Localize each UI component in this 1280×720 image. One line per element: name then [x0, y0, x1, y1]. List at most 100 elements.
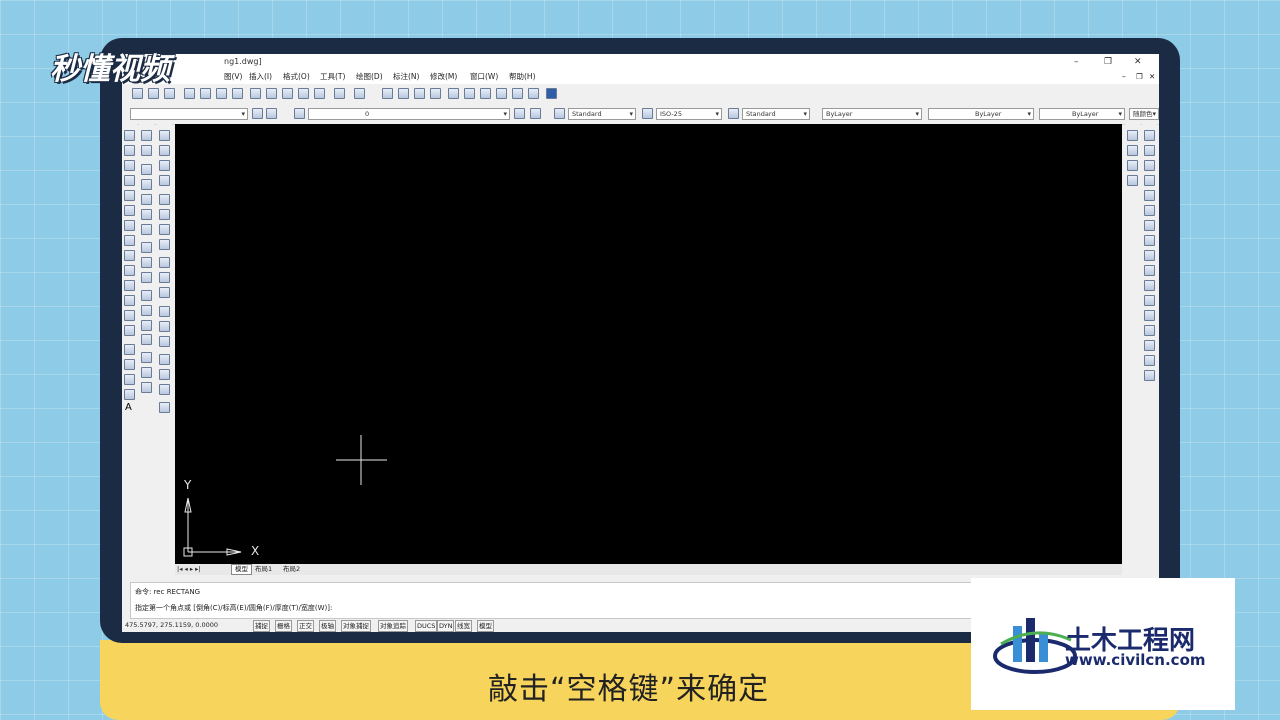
menu-format[interactable]: 格式(O) [283, 70, 310, 84]
fillet-icon[interactable] [1144, 355, 1155, 366]
tab-layout1[interactable]: 布局1 [255, 564, 272, 575]
snap-nearest-icon[interactable] [141, 352, 152, 363]
gradient-icon[interactable] [124, 359, 135, 370]
snap-temp-track-icon[interactable] [141, 130, 152, 141]
dim-style-icon[interactable] [642, 108, 653, 119]
quick-leader-icon[interactable] [159, 306, 170, 317]
drawing-canvas[interactable]: Y X [175, 124, 1122, 564]
layer-select[interactable]: 0 [308, 108, 510, 120]
send-under-icon[interactable] [1127, 175, 1138, 186]
workspace-settings-icon[interactable] [252, 108, 263, 119]
polyline-icon[interactable] [124, 160, 135, 171]
lineweight-select[interactable]: ByLayer [1039, 108, 1125, 120]
ellipse-arc-icon[interactable] [124, 280, 135, 291]
make-current-layer-icon[interactable] [514, 108, 525, 119]
insert-block-icon[interactable] [124, 295, 135, 306]
menu-tools[interactable]: 工具(T) [320, 70, 345, 84]
markup-icon[interactable] [512, 88, 523, 99]
dim-diameter-icon[interactable] [159, 224, 170, 235]
snap-none-icon[interactable] [141, 367, 152, 378]
snap-from-icon[interactable] [141, 145, 152, 156]
make-block-icon[interactable] [124, 310, 135, 321]
quickcalc-icon[interactable] [528, 88, 539, 99]
status-dyn-button[interactable]: DYN [437, 620, 455, 632]
hatch-icon[interactable] [124, 344, 135, 355]
preview-icon[interactable] [200, 88, 211, 99]
dim-jogged-icon[interactable] [159, 209, 170, 220]
status-lineweight-button[interactable]: 线宽 [455, 620, 472, 632]
copy-object-icon[interactable] [1144, 145, 1155, 156]
text-style-select[interactable]: Standard [568, 108, 636, 120]
zoom-previous-icon[interactable] [430, 88, 441, 99]
snap-insert-icon[interactable] [141, 320, 152, 331]
status-ortho-button[interactable]: 正交 [297, 620, 314, 632]
zoom-realtime-icon[interactable] [398, 88, 409, 99]
dim-ordinate-icon[interactable] [159, 175, 170, 186]
extend-icon[interactable] [1144, 280, 1155, 291]
snap-midpoint-icon[interactable] [141, 179, 152, 190]
dim-text-edit-icon[interactable] [159, 369, 170, 380]
new-icon[interactable] [132, 88, 143, 99]
bring-above-icon[interactable] [1127, 160, 1138, 171]
ellipse-icon[interactable] [124, 265, 135, 276]
layer-manager-icon[interactable] [294, 108, 305, 119]
linetype-select[interactable]: ByLayer [928, 108, 1034, 120]
dim-angular-icon[interactable] [159, 239, 170, 250]
undo-icon[interactable] [334, 88, 345, 99]
rectangle-icon[interactable] [124, 190, 135, 201]
snap-node-icon[interactable] [141, 334, 152, 345]
center-mark-icon[interactable] [159, 336, 170, 347]
dim-edit-icon[interactable] [159, 354, 170, 365]
polygon-icon[interactable] [124, 175, 135, 186]
tolerance-icon[interactable] [159, 321, 170, 332]
publish-icon[interactable] [216, 88, 227, 99]
status-otrack-button[interactable]: 对象追踪 [378, 620, 408, 632]
workspace-select[interactable] [130, 108, 248, 120]
snap-intersection-icon[interactable] [141, 194, 152, 205]
menu-draw[interactable]: 绘图(D) [356, 70, 383, 84]
bring-front-icon[interactable] [1127, 130, 1138, 141]
rotate-icon[interactable] [1144, 220, 1155, 231]
snap-perpendicular-icon[interactable] [141, 290, 152, 301]
doc-restore-icon[interactable]: ❐ [1136, 70, 1143, 84]
tab-layout2[interactable]: 布局2 [283, 564, 300, 575]
status-osnap-button[interactable]: 对象捕捉 [341, 620, 371, 632]
menu-dimension[interactable]: 标注(N) [393, 70, 419, 84]
properties-icon[interactable] [448, 88, 459, 99]
save-icon[interactable] [164, 88, 175, 99]
multiline-text-icon[interactable]: A [125, 402, 132, 413]
snap-center-icon[interactable] [141, 242, 152, 253]
3d-dwf-icon[interactable] [232, 88, 243, 99]
status-polar-button[interactable]: 极轴 [319, 620, 336, 632]
menu-insert[interactable]: 插入(I) [249, 70, 272, 84]
dim-radius-icon[interactable] [159, 194, 170, 205]
revision-cloud-icon[interactable] [124, 235, 135, 246]
status-grid-button[interactable]: 栅格 [275, 620, 292, 632]
sheet-set-icon[interactable] [496, 88, 507, 99]
menu-view[interactable]: 图(V) [224, 70, 242, 84]
color-select[interactable]: ByLayer [822, 108, 922, 120]
snap-endpoint-icon[interactable] [141, 164, 152, 175]
tab-nav-arrows[interactable]: |◂ ◂ ▸ ▸| [177, 564, 201, 575]
mirror-icon[interactable] [1144, 160, 1155, 171]
dim-style-control-icon[interactable] [159, 402, 170, 413]
doc-minimize-icon[interactable]: – [1122, 70, 1126, 84]
circle-icon[interactable] [124, 220, 135, 231]
erase-icon[interactable] [1144, 130, 1155, 141]
snap-settings-icon[interactable] [141, 382, 152, 393]
plot-style-select[interactable]: 随颜色 [1129, 108, 1159, 120]
snap-tangent-icon[interactable] [141, 272, 152, 283]
close-icon[interactable]: ✕ [1134, 54, 1142, 70]
send-back-icon[interactable] [1127, 145, 1138, 156]
offset-icon[interactable] [1144, 175, 1155, 186]
dim-aligned-icon[interactable] [159, 145, 170, 156]
redo-icon[interactable] [354, 88, 365, 99]
break-icon[interactable] [1144, 310, 1155, 321]
design-center-icon[interactable] [464, 88, 475, 99]
explode-icon[interactable] [1144, 370, 1155, 381]
status-snap-button[interactable]: 捕捉 [253, 620, 270, 632]
chamfer-icon[interactable] [1144, 340, 1155, 351]
menu-window[interactable]: 窗口(W) [470, 70, 498, 84]
open-icon[interactable] [148, 88, 159, 99]
restore-icon[interactable]: ❐ [1104, 54, 1112, 70]
